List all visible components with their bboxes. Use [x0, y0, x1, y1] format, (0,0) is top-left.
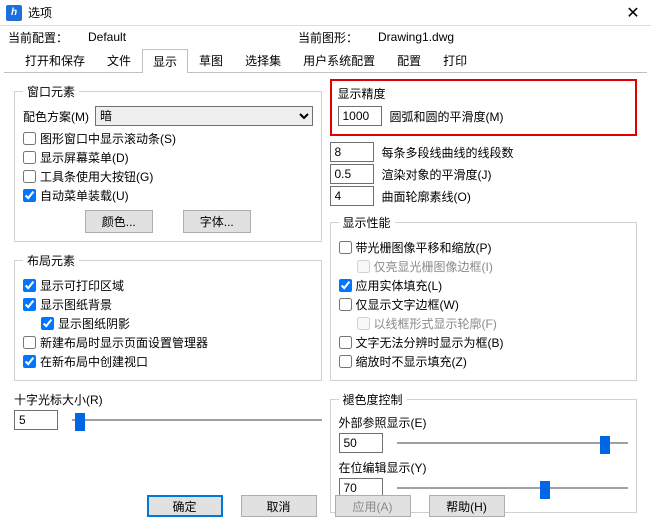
- tab-sketch[interactable]: 草图: [188, 48, 234, 72]
- tab-profile[interactable]: 配置: [386, 48, 432, 72]
- crosshair-label: 十字光标大小(R): [14, 391, 322, 408]
- chk-solid-fill[interactable]: 应用实体填充(L): [339, 277, 629, 294]
- chk-wireframe-outline: 以线框形式显示轮廓(F): [357, 315, 629, 332]
- group-display-precision: 显示精度 圆弧和圆的平滑度(M): [330, 79, 638, 136]
- crosshair-input[interactable]: [14, 410, 58, 430]
- chk-text-frame[interactable]: 仅显示文字边框(W): [339, 296, 629, 313]
- chk-large-buttons[interactable]: 工具条使用大按钮(G): [23, 168, 313, 185]
- color-scheme-label: 配色方案(M): [23, 108, 89, 125]
- group-layout-elements: 布局元素 显示可打印区域 显示图纸背景 显示图纸阴影 新建布局时显示页面设置管理…: [14, 252, 322, 381]
- colors-button[interactable]: 颜色...: [85, 210, 153, 233]
- chk-page-setup-mgr[interactable]: 新建布局时显示页面设置管理器: [23, 334, 313, 351]
- help-button[interactable]: 帮助(H): [429, 495, 505, 517]
- legend-fade-control: 褪色度控制: [339, 391, 407, 408]
- legend-layout-elements: 布局元素: [23, 252, 79, 269]
- legend-window-elements: 窗口元素: [23, 83, 79, 100]
- chk-text-as-box[interactable]: 文字无法分辨时显示为框(B): [339, 334, 629, 351]
- tab-selection[interactable]: 选择集: [234, 48, 292, 72]
- cur-config-value: Default: [88, 30, 248, 44]
- polyline-seg-input[interactable]: [330, 142, 374, 162]
- cur-drawing-label: 当前图形：: [298, 29, 378, 46]
- tab-user-system[interactable]: 用户系统配置: [292, 48, 386, 72]
- chk-no-fill-zoom[interactable]: 缩放时不显示填充(Z): [339, 353, 629, 370]
- polyline-seg-label: 每条多段线曲线的线段数: [382, 144, 514, 161]
- chk-printable-area[interactable]: 显示可打印区域: [23, 277, 313, 294]
- cur-drawing-value: Drawing1.dwg: [378, 30, 454, 44]
- apply-button: 应用(A): [335, 495, 411, 517]
- chk-auto-menu[interactable]: 自动菜单装载(U): [23, 187, 313, 204]
- dialog-footer: 确定 取消 应用(A) 帮助(H): [0, 495, 651, 517]
- tab-files[interactable]: 文件: [96, 48, 142, 72]
- tab-open-save[interactable]: 打开和保存: [14, 48, 96, 72]
- xref-fade-label: 外部参照显示(E): [339, 414, 629, 431]
- arc-smooth-input[interactable]: [338, 106, 382, 126]
- cancel-button[interactable]: 取消: [241, 495, 317, 517]
- chk-paper-bg[interactable]: 显示图纸背景: [23, 296, 313, 313]
- app-icon: h: [6, 5, 22, 21]
- inplace-fade-label: 在位编辑显示(Y): [339, 459, 629, 476]
- chk-raster-pan[interactable]: 带光栅图像平移和缩放(P): [339, 239, 629, 256]
- group-window-elements: 窗口元素 配色方案(M) 暗 图形窗口中显示滚动条(S) 显示屏幕菜单(D) 工…: [14, 83, 322, 242]
- cur-config-label: 当前配置：: [8, 29, 88, 46]
- color-scheme-select[interactable]: 暗: [95, 106, 313, 126]
- tab-bar: 打开和保存 文件 显示 草图 选择集 用户系统配置 配置 打印: [4, 48, 647, 73]
- window-title: 选项: [28, 4, 621, 21]
- chk-create-viewport[interactable]: 在新布局中创建视口: [23, 353, 313, 370]
- ok-button[interactable]: 确定: [147, 495, 223, 517]
- group-display-performance: 显示性能 带光栅图像平移和缩放(P) 仅亮显光栅图像边框(I) 应用实体填充(L…: [330, 214, 638, 381]
- arc-smooth-label: 圆弧和圆的平滑度(M): [390, 108, 504, 125]
- chk-raster-frame: 仅亮显光栅图像边框(I): [357, 258, 629, 275]
- xref-fade-slider[interactable]: [397, 433, 629, 453]
- render-smooth-input[interactable]: [330, 164, 374, 184]
- legend-display-precision: 显示精度: [338, 85, 630, 102]
- tab-display[interactable]: 显示: [142, 49, 188, 73]
- chk-screen-menu[interactable]: 显示屏幕菜单(D): [23, 149, 313, 166]
- render-smooth-label: 渲染对象的平滑度(J): [382, 166, 492, 183]
- close-icon[interactable]: ✕: [621, 1, 645, 25]
- tab-print[interactable]: 打印: [432, 48, 478, 72]
- contour-lines-input[interactable]: [330, 186, 374, 206]
- contour-lines-label: 曲面轮廓素线(O): [382, 188, 471, 205]
- chk-paper-shadow[interactable]: 显示图纸阴影: [41, 315, 313, 332]
- fonts-button[interactable]: 字体...: [183, 210, 251, 233]
- legend-display-performance: 显示性能: [339, 214, 395, 231]
- xref-fade-input[interactable]: [339, 433, 383, 453]
- crosshair-slider[interactable]: [72, 410, 322, 430]
- chk-scrollbars[interactable]: 图形窗口中显示滚动条(S): [23, 130, 313, 147]
